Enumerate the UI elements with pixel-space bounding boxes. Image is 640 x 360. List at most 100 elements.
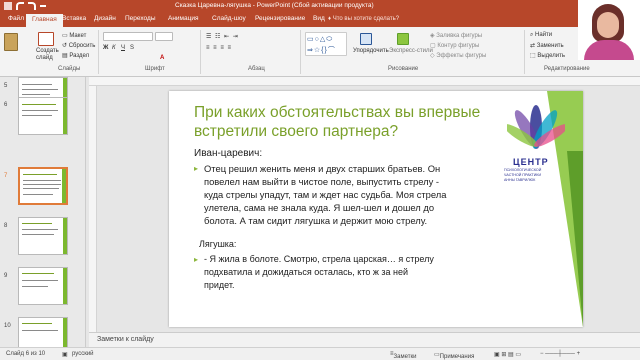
- shape-fill-button[interactable]: ◈ Заливка фигуры: [430, 32, 482, 39]
- thumb-line: [22, 286, 48, 287]
- new-slide-icon[interactable]: [38, 32, 54, 46]
- text-line[interactable]: повелел нам выйти в чистое поле, выпусти…: [204, 175, 439, 188]
- logo-line: АННЫ ГАВРИЛЮК: [504, 178, 536, 182]
- save-icon[interactable]: [4, 2, 12, 10]
- arrange-button[interactable]: Упорядочить: [353, 48, 389, 54]
- slide-title[interactable]: При каких обстоятельствах вы впервые вст…: [194, 103, 494, 141]
- thumb-line: [22, 323, 52, 324]
- shadow-icon[interactable]: S: [130, 45, 134, 51]
- font-size-field[interactable]: [155, 32, 173, 41]
- reset-button[interactable]: ↺ Сбросить: [62, 42, 95, 49]
- thumb-line: [22, 84, 52, 85]
- tab-view[interactable]: Вид: [313, 15, 325, 22]
- tab-slideshow[interactable]: Слайд-шоу: [212, 15, 246, 22]
- thumb-line: [22, 94, 50, 95]
- bold-icon[interactable]: Ж: [103, 45, 108, 51]
- thumb-accent: [63, 98, 67, 134]
- comments-button[interactable]: ▭ Примечания: [434, 351, 474, 360]
- tab-home[interactable]: Главная: [26, 14, 63, 27]
- thumb-number: 10: [4, 323, 11, 329]
- shape-effects-button[interactable]: ◇ Эффекты фигуры: [430, 52, 486, 59]
- express-styles-icon[interactable]: [397, 33, 409, 45]
- separator: [98, 30, 99, 74]
- tab-insert[interactable]: Вставка: [62, 15, 86, 22]
- separator: [300, 30, 301, 74]
- title-bar: Сказка Царевна-лягушка - PowerPoint (Сбо…: [0, 0, 640, 13]
- shape-outline-button[interactable]: ▢ Контур фигуры: [430, 42, 479, 49]
- thumb-line: [23, 188, 59, 189]
- thumb-accent: [63, 318, 67, 347]
- tab-design[interactable]: Дизайн: [94, 15, 116, 22]
- new-slide-button[interactable]: Создать слайд: [36, 48, 60, 62]
- thumb-line: [22, 229, 58, 230]
- speaker-frog[interactable]: Лягушка:: [199, 238, 236, 251]
- thumb-number: 6: [4, 102, 8, 108]
- arrange-icon[interactable]: [360, 33, 372, 45]
- thumb-line: [22, 273, 54, 274]
- thumb-line: [22, 223, 52, 224]
- undo-icon[interactable]: [16, 2, 24, 10]
- bullet-icon: ▸: [194, 255, 199, 264]
- logo-title: ЦЕНТР: [513, 157, 549, 167]
- slide-thumbnail[interactable]: [18, 217, 68, 255]
- thumb-line: [22, 234, 54, 235]
- customize-icon[interactable]: [40, 5, 46, 13]
- group-paragraph-label: Абзац: [248, 66, 265, 72]
- tab-animations[interactable]: Анимация: [168, 15, 199, 22]
- thumb-number: 8: [4, 223, 8, 229]
- font-name-field[interactable]: [103, 32, 153, 41]
- slide-thumbnail-selected[interactable]: [18, 167, 68, 205]
- text-line[interactable]: Отец решил женить меня и двух старших бр…: [204, 162, 440, 175]
- horizontal-ruler: [89, 77, 640, 86]
- text-line[interactable]: - Я жила в болоте. Смотрю, стрела царска…: [204, 253, 434, 266]
- language-indicator[interactable]: русский: [72, 351, 94, 357]
- underline-icon[interactable]: Ч: [121, 45, 125, 51]
- text-line[interactable]: куда стрелы упадут, там и ждет нас судьб…: [204, 188, 447, 201]
- thumb-line: [23, 180, 61, 181]
- notes-button[interactable]: ≡ Заметки: [390, 351, 416, 360]
- layout-button[interactable]: ▭ Макет: [62, 32, 86, 39]
- paste-icon[interactable]: [4, 33, 18, 51]
- slide-thumbnail[interactable]: [18, 317, 68, 347]
- decor-triangle: [567, 151, 583, 327]
- text-line[interactable]: болота. А там сидит лягушка и держит мою…: [204, 214, 427, 227]
- bullets-icon[interactable]: ☰ ☷ ⇤ ⇥: [206, 33, 239, 40]
- find-button[interactable]: ⌕ Найти: [530, 32, 552, 39]
- zoom-slider[interactable]: − ───┼─── +: [540, 351, 580, 357]
- align-icons[interactable]: ≡ ≡ ≡ ≡: [206, 45, 232, 51]
- presenter-body: [584, 40, 634, 60]
- tell-me-search[interactable]: ♦ Что вы хотите сделать?: [328, 16, 399, 22]
- text-line[interactable]: улетела, сама не знала куда. Я шел-шел и…: [204, 201, 434, 214]
- slide-counter: Слайд 6 из 10: [6, 351, 46, 357]
- slide-canvas[interactable]: При каких обстоятельствах вы впервые вст…: [169, 91, 583, 327]
- replace-button[interactable]: ⇄ Заменить: [530, 42, 564, 49]
- group-editing-label: Редактирование: [544, 66, 590, 72]
- font-color-icon[interactable]: A: [160, 55, 164, 61]
- section-button[interactable]: ▤ Раздел: [62, 52, 89, 59]
- group-drawing-label: Рисование: [388, 66, 419, 72]
- view-buttons[interactable]: ▣ ⊞ ▤ ▭: [494, 351, 521, 358]
- slide-thumbnail[interactable]: [18, 267, 68, 305]
- select-button[interactable]: ⬚ Выделить: [530, 52, 565, 59]
- tab-file[interactable]: Файл: [8, 15, 24, 22]
- text-line[interactable]: подхватила и дожидаться осталась, кто ж …: [204, 266, 408, 279]
- speaker-ivan[interactable]: Иван-царевич:: [194, 147, 262, 160]
- thumb-accent: [63, 218, 67, 254]
- ribbon: Создать слайд ▭ Макет ↺ Сбросить ▤ Разде…: [0, 27, 640, 77]
- thumb-line: [22, 104, 56, 105]
- italic-icon[interactable]: К: [112, 45, 116, 51]
- thumb-line: [23, 184, 61, 185]
- thumb-line: [22, 89, 58, 90]
- shapes-icon: ▭○△⬭: [307, 36, 334, 43]
- notes-pane[interactable]: Заметки к слайду: [89, 332, 640, 347]
- tab-transitions[interactable]: Переходы: [125, 15, 156, 22]
- redo-icon[interactable]: [28, 2, 36, 10]
- spellcheck-icon[interactable]: ▣: [62, 351, 68, 358]
- express-styles-button[interactable]: Экспресс-стили: [389, 48, 433, 54]
- thumb-line: [22, 110, 58, 111]
- slide-thumbnails-pane: 5 6 7 8 9 10: [0, 77, 86, 347]
- slide-thumbnail[interactable]: [18, 97, 68, 135]
- status-bar: Слайд 6 из 10 ▣ русский ≡ Заметки ▭ Прим…: [0, 347, 640, 360]
- text-line[interactable]: придет.: [204, 279, 235, 292]
- tab-review[interactable]: Рецензирование: [255, 15, 305, 22]
